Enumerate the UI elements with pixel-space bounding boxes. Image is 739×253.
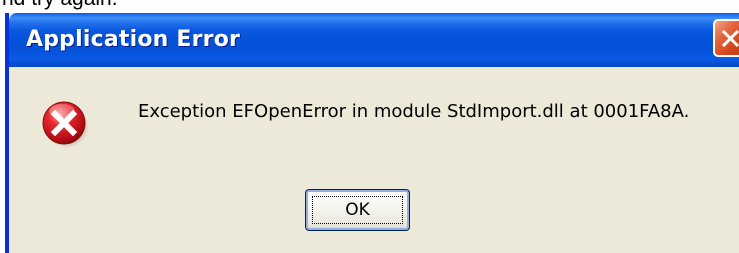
dialog-title: Application Error — [26, 27, 241, 52]
background-text: nd try again. — [2, 0, 118, 11]
error-message: Exception EFOpenError in module StdImpor… — [138, 101, 690, 122]
error-dialog: Application Error Exception EFOpenError … — [5, 13, 739, 253]
close-icon — [722, 30, 739, 47]
title-bar[interactable]: Application Error — [9, 13, 739, 67]
error-icon — [42, 101, 89, 148]
close-button[interactable] — [713, 19, 739, 57]
ok-button-label: OK — [312, 196, 403, 224]
ok-button[interactable]: OK — [305, 189, 410, 231]
